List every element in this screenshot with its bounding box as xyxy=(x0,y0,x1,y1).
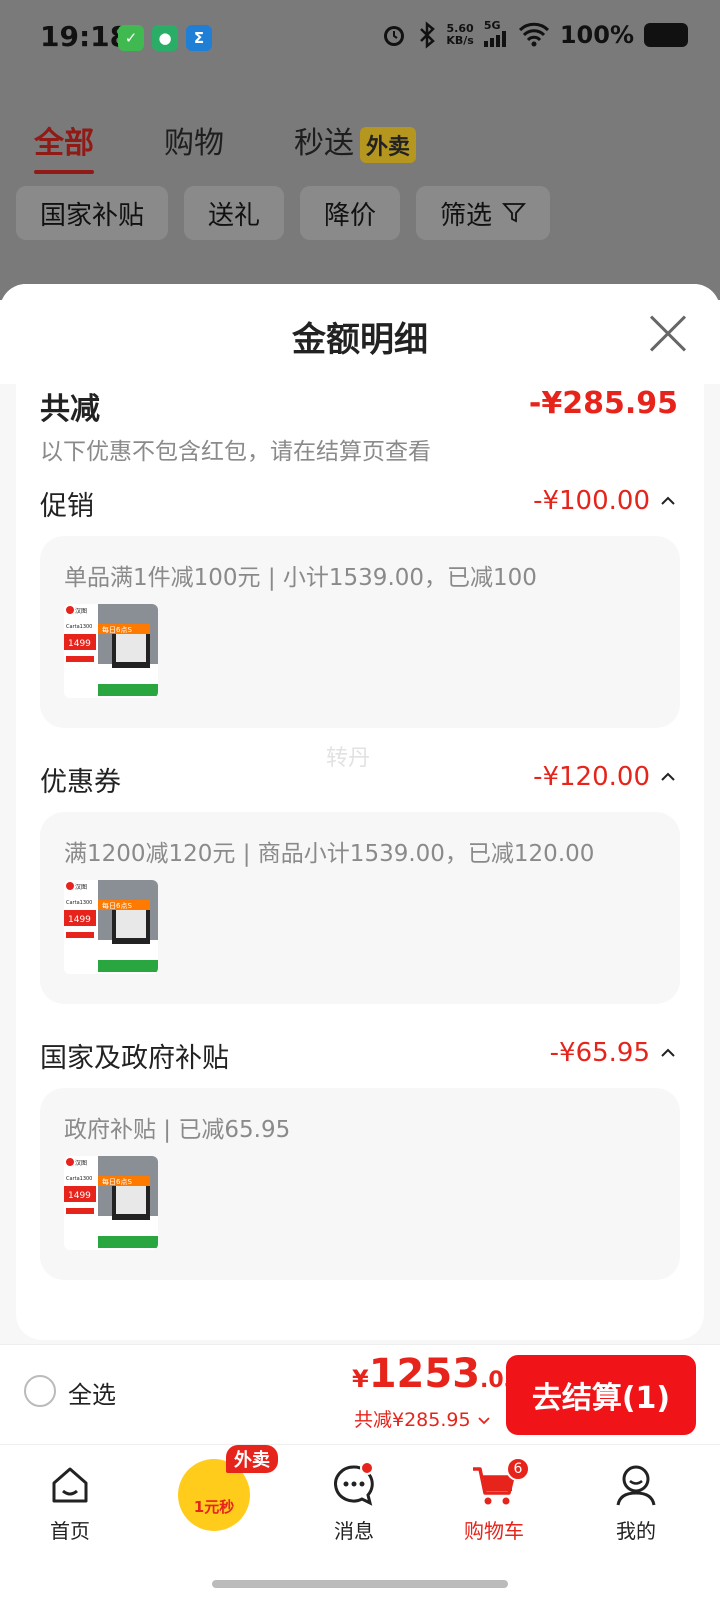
saved-amount: 共减¥285.95 xyxy=(354,1409,471,1431)
top-tabs: 全部 购物 秒送 外卖 xyxy=(34,118,417,175)
nav-cart-label: 购物车 xyxy=(464,1519,524,1543)
alarm-icon xyxy=(384,25,405,46)
svg-text:每日6点S: 每日6点S xyxy=(102,1177,132,1186)
chevron-up-icon xyxy=(661,1048,675,1057)
tab-instant-delivery[interactable]: 秒送 外卖 xyxy=(294,118,417,163)
nav-me-label: 我的 xyxy=(616,1519,656,1543)
chip-price-drop[interactable]: 降价 xyxy=(300,186,401,240)
filter-chips: 国家补贴 送礼 降价 筛选 xyxy=(16,186,551,240)
nav-cart[interactable]: 6 购物车 xyxy=(444,1457,544,1544)
chip-gift[interactable]: 送礼 xyxy=(184,186,285,240)
price-currency: ¥ xyxy=(352,1365,369,1393)
promo-text: 1元秒 xyxy=(193,1497,235,1516)
home-icon xyxy=(52,1467,88,1503)
wechat-app-icon: ● xyxy=(152,25,178,51)
section-subsidy-card: 政府补贴 | 已减65.95 汉图 Carta1300 1499 每日6点S xyxy=(40,1088,680,1280)
svg-text:每日6点S: 每日6点S xyxy=(102,625,132,634)
svg-text:Carta1300: Carta1300 xyxy=(66,900,92,906)
saved-amount-toggle[interactable]: 共减¥285.95 xyxy=(354,1405,491,1432)
sigma-app-icon: Σ xyxy=(186,25,212,51)
status-bar: 19:18 ✓ ● Σ 5.60 KB/s 5G 100% xyxy=(0,0,720,78)
takeout-badge: 外卖 xyxy=(360,126,417,163)
svg-text:汉图: 汉图 xyxy=(75,1159,87,1167)
signal-icon xyxy=(483,31,506,47)
checkout-button[interactable]: 去结算(1) xyxy=(506,1355,696,1435)
watermark-text: 转丹 xyxy=(326,746,371,771)
svg-text:Carta1300: Carta1300 xyxy=(66,624,92,630)
bluetooth-icon xyxy=(420,20,436,49)
sheet-title: 金额明细 xyxy=(292,320,428,360)
total-discount-value: -¥285.95 xyxy=(528,386,678,421)
section-detail: 单品满1件减100元 | 小计1539.00，已减100 xyxy=(64,565,537,591)
svg-text:Carta1300: Carta1300 xyxy=(66,1176,92,1182)
home-indicator[interactable] xyxy=(212,1580,508,1588)
product-thumbnail[interactable]: 汉图 Carta1300 1499 每日6点S xyxy=(64,880,158,974)
total-discount-label: 共减 xyxy=(40,392,100,427)
battery-percent: 100% xyxy=(559,20,634,49)
svg-text:每日6点S: 每日6点S xyxy=(102,901,132,910)
chip-national-subsidy[interactable]: 国家补贴 xyxy=(16,186,169,240)
nav-home[interactable]: 首页 xyxy=(20,1463,120,1544)
total-price: ¥1253.05 xyxy=(352,1351,519,1397)
chevron-down-icon xyxy=(477,1417,490,1425)
section-coupon-card: 满1200减120元 | 商品小计1539.00，已减120.00 汉图 Car… xyxy=(40,812,680,1004)
chip-filter-label: 筛选 xyxy=(440,200,493,231)
unread-dot xyxy=(360,1461,374,1475)
network-type: 5G xyxy=(483,20,508,49)
notes-app-icon: ✓ xyxy=(118,25,144,51)
sheet-header: 金额明细 xyxy=(0,284,720,384)
section-label: 国家及政府补贴 xyxy=(40,1043,229,1074)
section-amount: -¥100.00 xyxy=(533,486,650,516)
select-all-radio[interactable] xyxy=(24,1375,56,1407)
section-amount: -¥120.00 xyxy=(533,762,650,792)
svg-text:1499: 1499 xyxy=(68,915,91,925)
section-promotion-card: 单品满1件减100元 | 小计1539.00，已减100 汉图 Carta130… xyxy=(40,536,680,728)
section-detail: 满1200减120元 | 商品小计1539.00，已减120.00 xyxy=(64,841,595,867)
section-amount: -¥65.95 xyxy=(549,1038,650,1068)
price-integer: 1253 xyxy=(368,1351,481,1397)
svg-text:汉图: 汉图 xyxy=(75,607,87,615)
checkout-bar: 全选 ¥1253.05 共减¥285.95 去结算(1) xyxy=(0,1344,720,1444)
chevron-up-icon xyxy=(661,772,675,781)
amount-detail-sheet: 金额明细 共减 -¥285.95 以下优惠不包含红包，请在结算页查看 促销 -¥… xyxy=(0,284,720,1344)
takeout-badge: 外卖 xyxy=(226,1445,278,1473)
status-time: 19:18 xyxy=(40,20,130,53)
svg-text:汉图: 汉图 xyxy=(75,883,87,891)
sheet-body: 共减 -¥285.95 以下优惠不包含红包，请在结算页查看 促销 -¥100.0… xyxy=(16,384,704,1340)
select-all-label[interactable]: 全选 xyxy=(68,1375,116,1410)
tab-instant-label: 秒送 xyxy=(294,126,354,161)
nav-me[interactable]: 我的 xyxy=(586,1463,686,1544)
wifi-icon xyxy=(518,22,549,46)
tab-shopping[interactable]: 购物 xyxy=(164,118,224,162)
bottom-nav: 首页 1元秒 外卖 消息 6 购物车 我的 xyxy=(0,1444,720,1600)
tab-all[interactable]: 全部 xyxy=(34,118,94,175)
network-speed: 5.60 KB/s xyxy=(446,21,474,47)
section-promotion-header[interactable]: 促销 -¥100.00 xyxy=(40,484,680,524)
status-app-icons: ✓ ● Σ xyxy=(118,25,212,51)
chevron-up-icon xyxy=(661,496,675,505)
section-detail: 政府补贴 | 已减65.95 xyxy=(64,1117,291,1143)
user-icon xyxy=(616,1465,656,1506)
product-thumbnail[interactable]: 汉图 Carta1300 1499 每日6点S xyxy=(64,1156,158,1250)
nav-messages-label: 消息 xyxy=(334,1519,374,1543)
nav-home-label: 首页 xyxy=(50,1519,90,1543)
section-label: 优惠券 xyxy=(40,767,121,798)
chip-filter[interactable]: 筛选 xyxy=(416,186,551,240)
nav-messages[interactable]: 消息 xyxy=(304,1461,404,1544)
filter-icon xyxy=(502,203,527,223)
svg-text:1499: 1499 xyxy=(68,639,91,649)
discount-note: 以下优惠不包含红包，请在结算页查看 xyxy=(40,439,431,465)
section-label: 促销 xyxy=(40,491,94,522)
section-subsidy-header[interactable]: 国家及政府补贴 -¥65.95 xyxy=(40,1036,680,1076)
cart-count-badge: 6 xyxy=(506,1457,530,1481)
svg-text:1499: 1499 xyxy=(68,1191,91,1201)
status-right: 5.60 KB/s 5G 100% xyxy=(380,20,688,49)
battery-icon xyxy=(644,22,688,47)
product-thumbnail[interactable]: 汉图 Carta1300 1499 每日6点S xyxy=(64,604,158,698)
close-icon[interactable] xyxy=(648,314,688,354)
